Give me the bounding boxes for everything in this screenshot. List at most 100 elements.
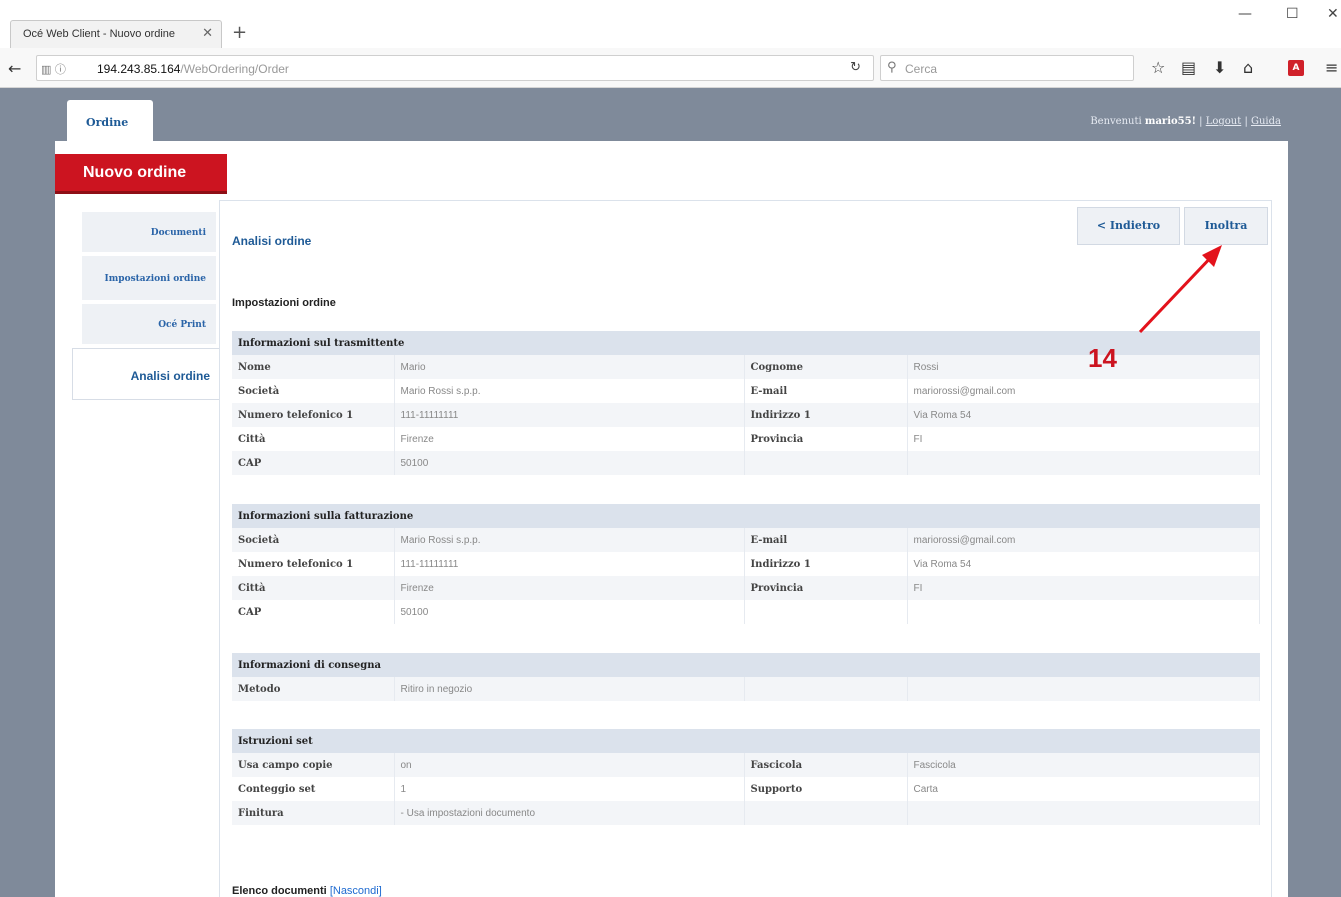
table-row: CAP 50100 bbox=[232, 600, 1260, 624]
delivery-table: Informazioni di consegna Metodo Ritiro i… bbox=[232, 653, 1260, 701]
field-label: CAP bbox=[232, 451, 395, 475]
annotation-step-number: 14 bbox=[1088, 343, 1117, 373]
page-banner: Nuovo ordine bbox=[55, 154, 227, 194]
logout-link[interactable]: Logout bbox=[1206, 116, 1242, 127]
field-value: mariorossi@gmail.com bbox=[907, 379, 1260, 403]
welcome-text: Benvenuti bbox=[1090, 116, 1142, 127]
browser-tab[interactable]: Océ Web Client - Nuovo ordine ✕ bbox=[10, 20, 222, 48]
table-row: Usa campo copie on Fascicola Fascicola bbox=[232, 753, 1260, 777]
table-row: Società Mario Rossi s.p.p. E-mail marior… bbox=[232, 379, 1260, 403]
field-label: Supporto bbox=[744, 777, 908, 801]
field-value: 111-11111111 bbox=[394, 403, 745, 427]
back-arrow-icon[interactable]: ← bbox=[8, 59, 21, 78]
table-row: Conteggio set 1 Supporto Carta bbox=[232, 777, 1260, 801]
section-title: Impostazioni ordine bbox=[232, 297, 336, 309]
field-label: Usa campo copie bbox=[232, 753, 395, 777]
field-label: Numero telefonico 1 bbox=[232, 552, 395, 576]
field-label bbox=[744, 677, 908, 701]
tab-ordine[interactable]: Ordine bbox=[67, 100, 153, 141]
field-label: Società bbox=[232, 528, 395, 552]
table-row: Numero telefonico 1 111-11111111 Indiriz… bbox=[232, 403, 1260, 427]
field-label: E-mail bbox=[744, 379, 908, 403]
field-value: Via Roma 54 bbox=[907, 403, 1260, 427]
field-value: on bbox=[394, 753, 745, 777]
search-placeholder: Cerca bbox=[905, 62, 938, 76]
page-info-icon[interactable]: ▥ ⓘ bbox=[41, 61, 66, 77]
hide-documents-link[interactable]: [Nascondi] bbox=[330, 885, 382, 897]
field-label: Metodo bbox=[232, 677, 395, 701]
close-tab-icon[interactable]: ✕ bbox=[202, 26, 213, 41]
table-row: CAP 50100 bbox=[232, 451, 1260, 475]
document-list-title: Elenco documenti [Nascondi] bbox=[232, 885, 382, 897]
field-label: Cognome bbox=[744, 355, 908, 379]
pdf-addon-icon[interactable]: A bbox=[1288, 60, 1304, 76]
field-label bbox=[744, 801, 908, 825]
minimize-icon[interactable]: — bbox=[1238, 6, 1252, 22]
table-header: Informazioni sulla fatturazione bbox=[232, 504, 1260, 528]
table-row: Città Firenze Provincia FI bbox=[232, 576, 1260, 600]
field-value: Ritiro in negozio bbox=[394, 677, 745, 701]
field-label: Società bbox=[232, 379, 395, 403]
field-value bbox=[907, 451, 1260, 475]
field-value: Rossi bbox=[907, 355, 1260, 379]
field-label: Fascicola bbox=[744, 753, 908, 777]
reload-icon[interactable]: ↻ bbox=[850, 60, 861, 75]
set-instructions-table: Istruzioni set Usa campo copie on Fascic… bbox=[232, 729, 1260, 825]
maximize-icon[interactable]: ☐ bbox=[1286, 6, 1299, 22]
field-value: Fascicola bbox=[907, 753, 1260, 777]
field-label: E-mail bbox=[744, 528, 908, 552]
field-label: Finitura bbox=[232, 801, 395, 825]
home-icon[interactable]: ⌂ bbox=[1243, 58, 1253, 77]
step-oce-print[interactable]: Océ Print bbox=[82, 304, 216, 346]
document-list-label: Elenco documenti bbox=[232, 885, 327, 897]
field-value bbox=[907, 600, 1260, 624]
bookmark-star-icon[interactable]: ☆ bbox=[1151, 58, 1165, 77]
url-bar[interactable]: ▥ ⓘ 194.243.85.164/WebOrdering/Order ↻ bbox=[36, 55, 874, 81]
field-value: Mario bbox=[394, 355, 745, 379]
step-documenti[interactable]: Documenti bbox=[82, 212, 216, 254]
field-label: Numero telefonico 1 bbox=[232, 403, 395, 427]
step-analisi-ordine[interactable]: Analisi ordine bbox=[72, 348, 220, 400]
field-value: Carta bbox=[907, 777, 1260, 801]
close-window-icon[interactable]: ✕ bbox=[1327, 6, 1339, 22]
table-row: Finitura - Usa impostazioni documento bbox=[232, 801, 1260, 825]
field-value: 1 bbox=[394, 777, 745, 801]
field-label: Città bbox=[232, 576, 395, 600]
panel-title: Analisi ordine bbox=[232, 234, 312, 248]
new-tab-icon[interactable]: + bbox=[232, 24, 247, 42]
field-value: 50100 bbox=[394, 451, 745, 475]
field-value: Mario Rossi s.p.p. bbox=[394, 379, 745, 403]
field-value: FI bbox=[907, 576, 1260, 600]
url-text: 194.243.85.164/WebOrdering/Order bbox=[97, 62, 289, 76]
help-link[interactable]: Guida bbox=[1251, 116, 1281, 127]
field-value: 50100 bbox=[394, 600, 745, 624]
field-value: 111-11111111 bbox=[394, 552, 745, 576]
field-value: Firenze bbox=[394, 427, 745, 451]
tab-ordine-label: Ordine bbox=[86, 116, 129, 129]
field-label: Indirizzo 1 bbox=[744, 403, 908, 427]
field-label: Nome bbox=[232, 355, 395, 379]
field-value: FI bbox=[907, 427, 1260, 451]
menu-icon[interactable]: ≡ bbox=[1325, 58, 1338, 77]
username: mario55 bbox=[1144, 116, 1192, 127]
download-icon[interactable]: ⬇ bbox=[1213, 58, 1226, 77]
search-input[interactable]: ⚲ Cerca bbox=[880, 55, 1134, 81]
browser-titlebar: Océ Web Client - Nuovo ordine ✕ + — ☐ ✕ bbox=[0, 0, 1341, 48]
field-label bbox=[744, 600, 908, 624]
annotation-arrow-icon bbox=[1138, 245, 1222, 334]
field-label bbox=[744, 451, 908, 475]
field-value: Via Roma 54 bbox=[907, 552, 1260, 576]
browser-tab-title: Océ Web Client - Nuovo ordine bbox=[23, 28, 176, 40]
field-value bbox=[907, 677, 1260, 701]
reading-list-icon[interactable]: ▤ bbox=[1181, 58, 1196, 77]
table-row: Società Mario Rossi s.p.p. E-mail marior… bbox=[232, 528, 1260, 552]
step-impostazioni-ordine[interactable]: Impostazioni ordine bbox=[82, 256, 216, 302]
table-header: Istruzioni set bbox=[232, 729, 1260, 753]
billing-table: Informazioni sulla fatturazione Società … bbox=[232, 504, 1260, 624]
field-label: Provincia bbox=[744, 427, 908, 451]
page-title: Nuovo ordine bbox=[83, 164, 187, 181]
field-label: Indirizzo 1 bbox=[744, 552, 908, 576]
field-value: mariorossi@gmail.com bbox=[907, 528, 1260, 552]
table-row: Metodo Ritiro in negozio bbox=[232, 677, 1260, 701]
table-row: Città Firenze Provincia FI bbox=[232, 427, 1260, 451]
